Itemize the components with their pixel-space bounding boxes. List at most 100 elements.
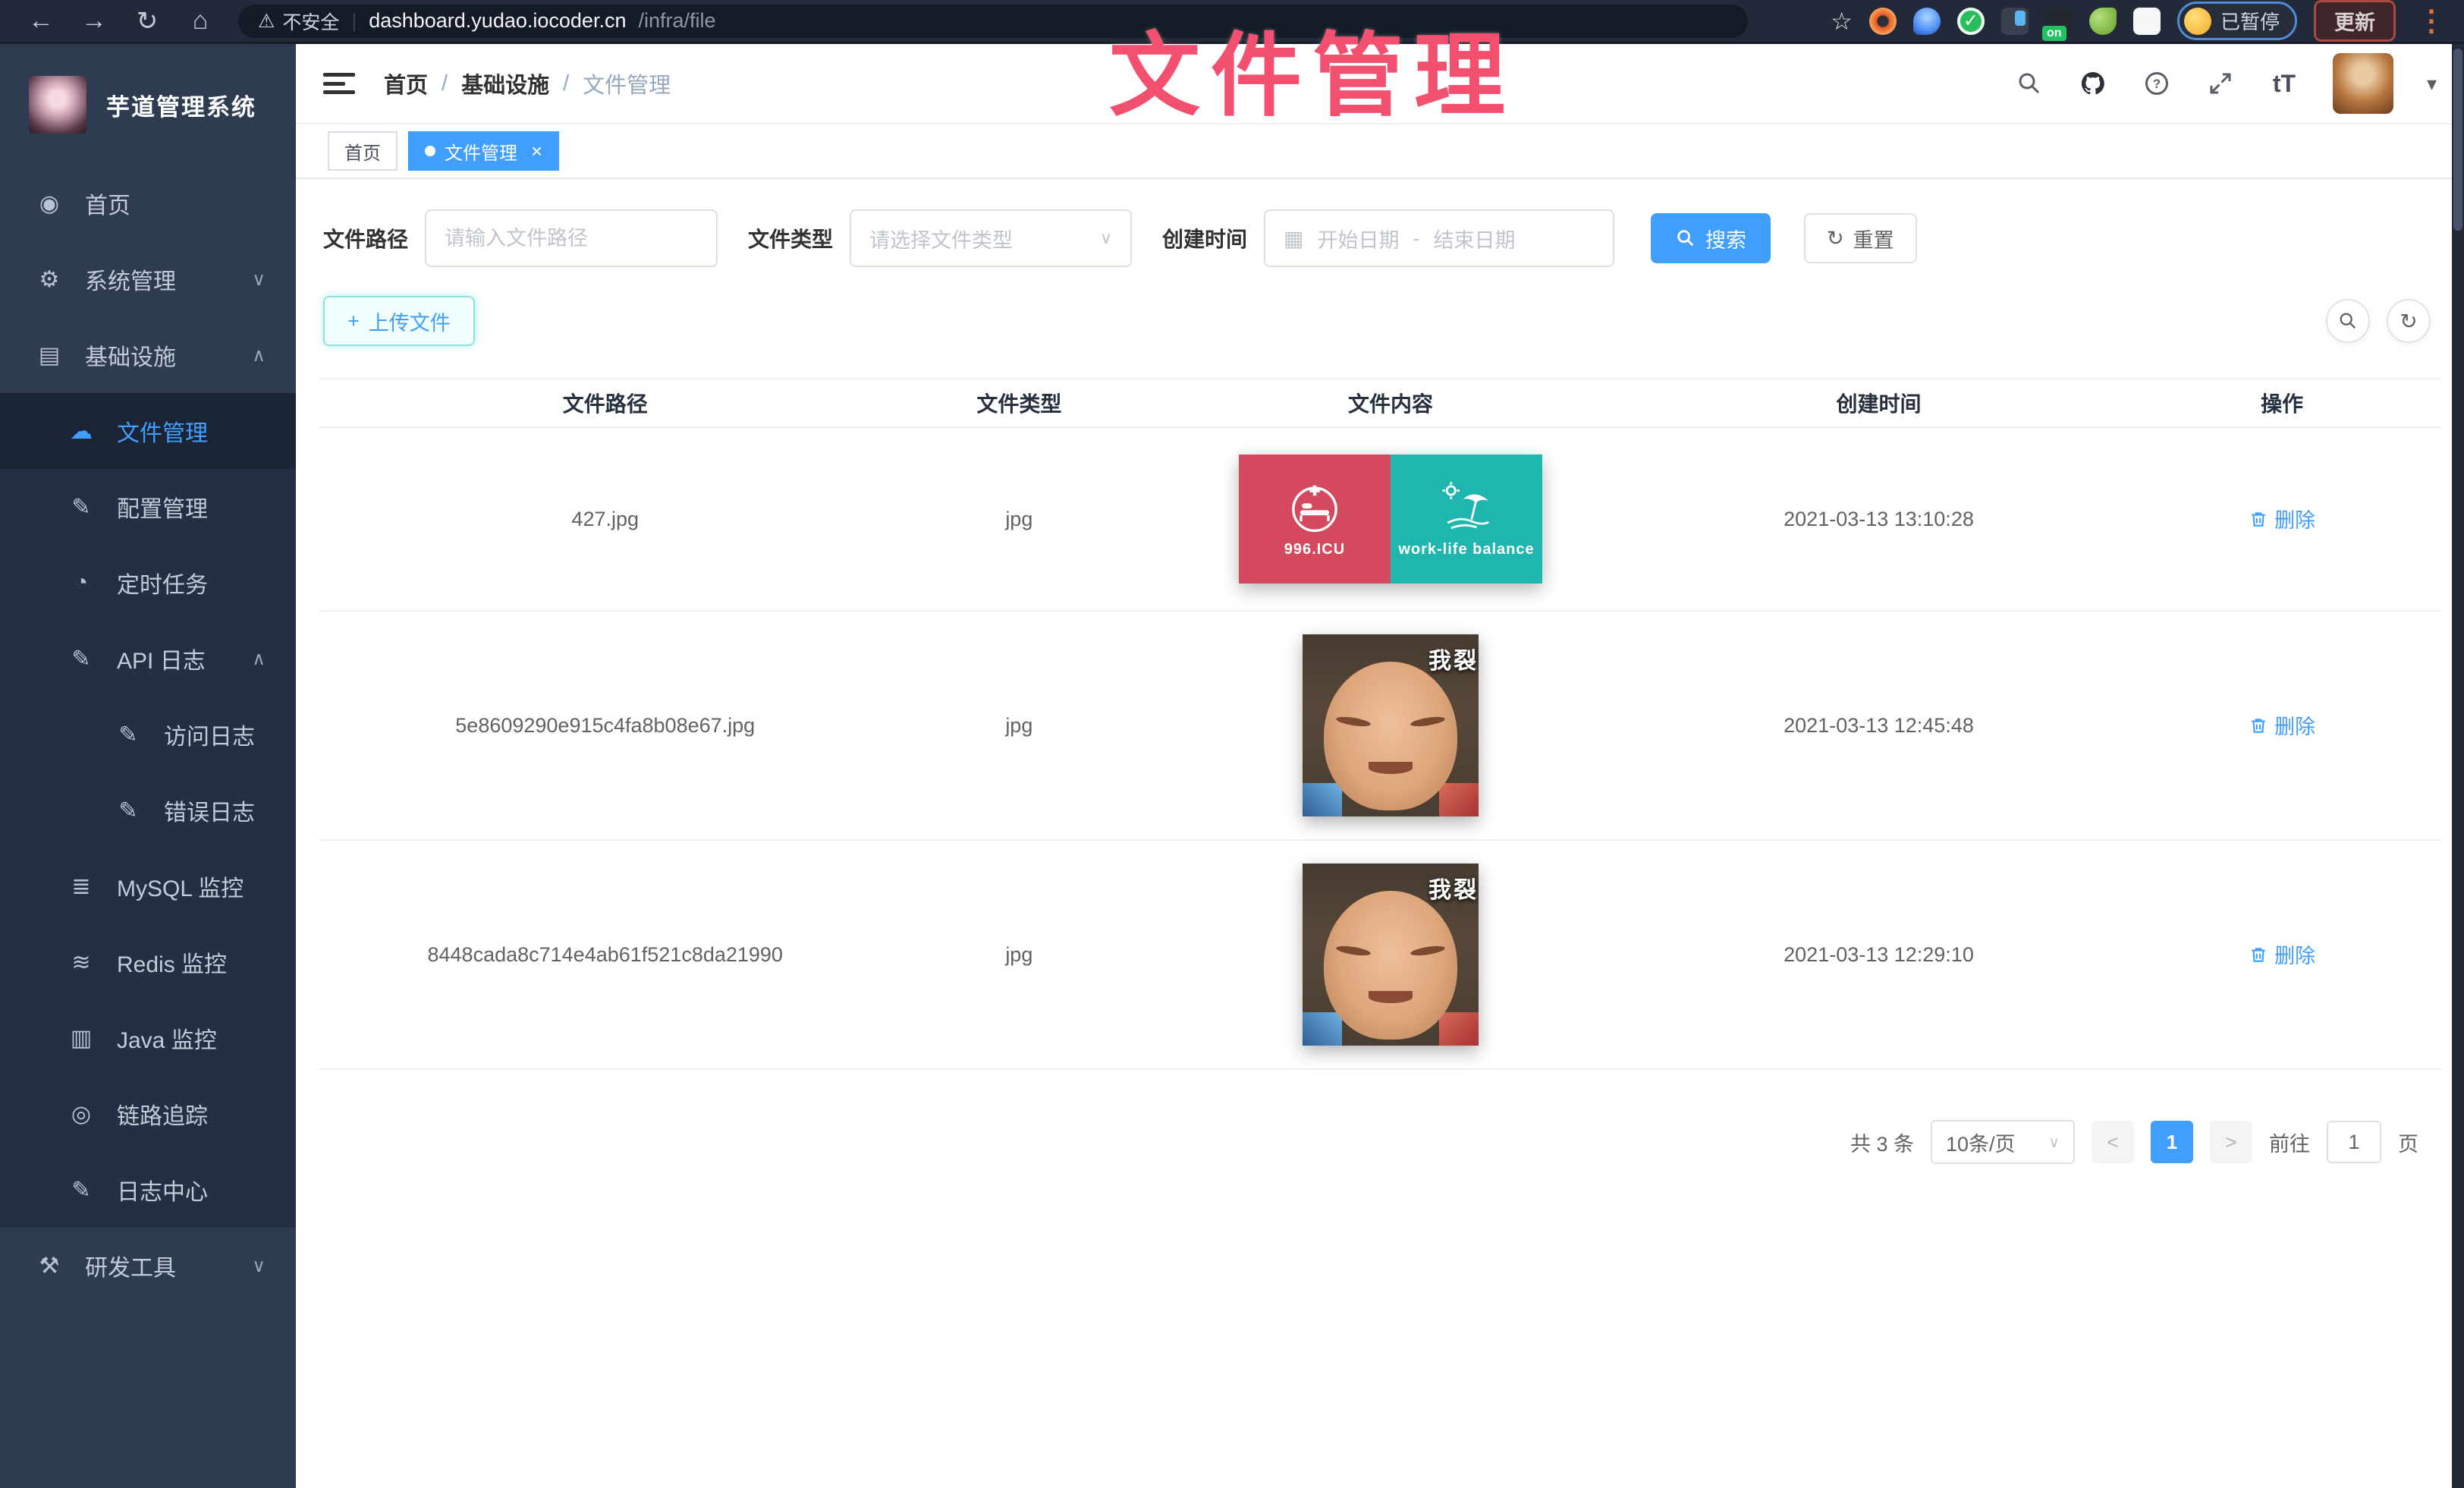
sidebar-item-config-manage[interactable]: ✎ 配置管理 [0,469,296,545]
chevron-down-icon: ∨ [252,1255,266,1277]
address-bar[interactable]: ⚠ 不安全 | dashboard.yudao.iocoder.cn/infra… [238,5,1748,38]
help-icon[interactable]: ? [2142,68,2172,99]
sidebar-item-label: 研发工具 [85,1249,176,1282]
column-header-content: 文件内容 [1146,388,1635,418]
infrastructure-icon: ▤ [33,342,65,369]
sidebar-item-redis-monitor[interactable]: ≋ Redis 监控 [0,924,296,1000]
cloud-upload-icon: ☁ [65,418,97,445]
fullscreen-icon[interactable] [2205,68,2236,99]
next-page-button[interactable]: > [2210,1121,2252,1163]
user-caret-down-icon[interactable]: ▾ [2427,72,2437,96]
ext-drop-icon[interactable] [1913,8,1941,35]
reload-icon[interactable]: ↻ [126,5,168,38]
sidebar-item-api-log[interactable]: ✎ API 日志 ∧ [0,621,296,697]
goto-page-input[interactable] [2327,1121,2381,1163]
file-type-select[interactable]: 请选择文件类型 ∨ [850,209,1132,267]
reset-button[interactable]: ↻ 重置 [1804,213,1917,263]
sidebar-item-mysql-monitor[interactable]: ≣ MySQL 监控 [0,848,296,924]
app-logo-row[interactable]: 芋道管理系统 [0,44,296,165]
eye-icon: ◎ [65,1101,97,1128]
url-domain: dashboard.yudao.iocoder.cn [369,9,626,33]
gear-icon: ⚙ [33,266,65,293]
breadcrumb-home[interactable]: 首页 [384,68,428,99]
warning-icon: ⚠ [258,10,275,33]
cell-file-content: 我裂开了 [1146,841,1635,1068]
tab-file-manage[interactable]: 文件管理 × [408,131,559,171]
cell-file-path: 5e8609290e915c4fa8b08e67.jpg [319,703,891,748]
delete-button[interactable]: 删除 [2249,939,2315,969]
delete-button[interactable]: 删除 [2249,504,2315,533]
paused-label: 已暂停 [2220,7,2280,35]
prev-page-button[interactable]: < [2092,1121,2134,1163]
beach-umbrella-icon [1439,480,1494,535]
sidebar-item-system[interactable]: ⚙ 系统管理 ∨ [0,241,296,317]
meme-mouth [1369,991,1413,1003]
profile-paused-pill[interactable]: 已暂停 [2177,2,2297,40]
page-number-button[interactable]: 1 [2151,1121,2193,1163]
sidebar-item-java-monitor[interactable]: ▥ Java 监控 [0,1000,296,1076]
tab-label: 文件管理 [445,138,517,165]
security-warning[interactable]: ⚠ 不安全 [258,8,339,35]
sidebar-item-dev-tools[interactable]: ⚒ 研发工具 ∨ [0,1228,296,1304]
scrollbar-thumb[interactable] [2453,49,2462,231]
close-icon[interactable]: × [531,140,542,163]
page-size-select[interactable]: 10条/页 ∨ [1931,1120,2075,1164]
user-avatar[interactable] [2333,53,2393,114]
sidebar-item-access-log[interactable]: ✎ 访问日志 [0,697,296,772]
icu-right-panel: work-life balance [1391,455,1542,584]
sidebar-item-trace[interactable]: ◎ 链路追踪 [0,1076,296,1152]
sidebar: 芋道管理系统 ◉ 首页 ⚙ 系统管理 ∨ ▤ 基础设施 ∧ ☁ 文件管理 [0,44,296,1488]
file-path-input[interactable] [445,227,698,250]
breadcrumb-infra[interactable]: 基础设施 [461,68,549,99]
forward-icon[interactable]: → [73,5,115,38]
date-range-picker[interactable]: ▦ 开始日期 - 结束日期 [1264,209,1614,267]
delete-label: 删除 [2274,939,2315,969]
ext-grid-icon[interactable] [2001,8,2029,35]
ext-leaf-icon[interactable] [2089,8,2117,35]
sidebar-item-label: 日志中心 [117,1173,208,1206]
bookmark-star-icon[interactable]: ☆ [1831,7,1853,36]
sidebar-item-scheduled-job[interactable]: ◔ 定时任务 [0,545,296,621]
file-preview-996icu-image[interactable]: 996.ICU [1239,455,1542,584]
home-icon[interactable]: ⌂ [179,5,222,38]
search-icon[interactable] [2014,68,2044,99]
breadcrumb-current: 文件管理 [583,68,671,99]
ext-gear-icon[interactable] [1869,8,1897,35]
upload-file-button[interactable]: + 上传文件 [323,296,475,346]
log-center-icon: ✎ [65,1177,97,1203]
sidebar-item-file-manage[interactable]: ☁ 文件管理 [0,393,296,469]
page-content: 文件路径 文件类型 请选择文件类型 ∨ 创建时间 ▦ 开始日期 - 结束日期 [296,179,2464,1488]
cell-file-type: jpg [891,703,1146,748]
sidebar-item-home[interactable]: ◉ 首页 [0,165,296,241]
github-icon[interactable] [2078,68,2108,99]
java-monitor-icon: ▥ [65,1025,97,1052]
sidebar-item-log-center[interactable]: ✎ 日志中心 [0,1152,296,1228]
delete-button[interactable]: 删除 [2249,710,2315,740]
page-scrollbar[interactable] [2452,44,2464,1488]
browser-menu-kebab-icon[interactable]: ⋮ [2412,4,2450,38]
chevron-down-icon: ∨ [1100,228,1112,248]
back-icon[interactable]: ← [20,5,62,38]
file-preview-meme-image[interactable]: 我裂开了 [1303,864,1479,1046]
sidebar-item-infra[interactable]: ▤ 基础设施 ∧ [0,317,296,393]
refresh-table-button[interactable]: ↻ [2387,299,2431,343]
search-button[interactable]: 搜索 [1651,213,1771,263]
browser-update-button[interactable]: 更新 [2314,0,2396,42]
ext-check-icon[interactable]: ✓ [1957,8,1985,35]
ext-vpn-icon[interactable]: on [2045,8,2073,35]
extensions-puzzle-icon[interactable] [2133,8,2161,35]
tab-home[interactable]: 首页 [328,131,398,171]
app-title: 芋道管理系统 [106,88,256,122]
file-preview-meme-image[interactable]: 我裂开了 [1303,634,1479,816]
tools-icon: ⚒ [33,1253,65,1279]
timer-icon: ◔ [65,570,97,596]
sidebar-item-error-log[interactable]: ✎ 错误日志 [0,772,296,848]
breadcrumb: 首页 / 基础设施 / 文件管理 [384,68,671,99]
app-logo [29,76,86,134]
toggle-search-button[interactable] [2326,299,2370,343]
fold-sidebar-icon[interactable] [323,70,355,97]
profile-avatar [2184,8,2211,35]
chevron-down-icon: ∨ [252,269,266,291]
sidebar-item-label: 配置管理 [117,490,208,524]
font-size-icon[interactable]: tT [2269,68,2299,99]
